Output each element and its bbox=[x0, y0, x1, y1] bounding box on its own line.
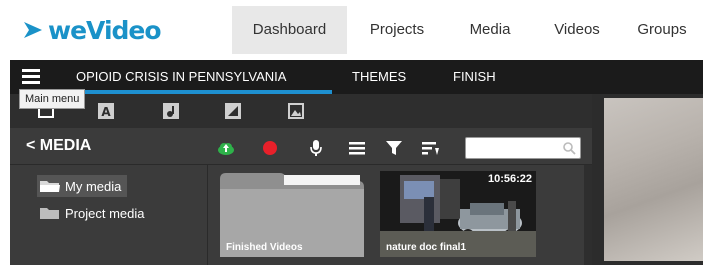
hamburger-line bbox=[22, 75, 40, 78]
svg-text:A: A bbox=[101, 105, 111, 119]
video-duration: 10:56:22 bbox=[487, 173, 532, 185]
media-search-input[interactable] bbox=[465, 137, 581, 159]
nav-videos[interactable]: Videos bbox=[533, 6, 621, 54]
list-view-icon[interactable] bbox=[348, 139, 366, 157]
filter-icon[interactable] bbox=[385, 139, 403, 157]
tab-finish[interactable]: FINISH bbox=[453, 60, 496, 94]
project-bar: OPIOID CRISIS IN PENNSYLVANIA THEMES FIN… bbox=[10, 60, 703, 94]
media-panel: A < MEDIA My media Project media Finishe… bbox=[10, 94, 592, 265]
main-menu-tooltip: Main menu bbox=[19, 89, 86, 109]
wevideo-logo[interactable]: weVideo bbox=[22, 14, 162, 46]
tree-item-project-media[interactable]: Project media bbox=[37, 202, 144, 224]
preview-frame bbox=[604, 98, 703, 261]
transition-icon[interactable] bbox=[224, 102, 242, 120]
tile-label: Finished Videos bbox=[226, 242, 303, 253]
tree-item-label: Project media bbox=[65, 205, 145, 221]
nav-media[interactable]: Media bbox=[447, 6, 533, 54]
upload-cloud-icon[interactable] bbox=[217, 139, 235, 157]
media-toolbar: < MEDIA bbox=[10, 131, 592, 163]
preview-panel bbox=[592, 94, 703, 265]
main-menu-button[interactable] bbox=[22, 69, 40, 85]
tree-item-my-media[interactable]: My media bbox=[37, 175, 128, 197]
media-tiles: Finished Videos 10:56:22 nature doc fina… bbox=[207, 165, 592, 265]
video-tile-nature-doc[interactable]: 10:56:22 nature doc final1 bbox=[380, 171, 536, 257]
logo-text: weVideo bbox=[48, 15, 162, 45]
tree-item-label: My media bbox=[65, 178, 122, 194]
nav-groups[interactable]: Groups bbox=[621, 6, 703, 54]
media-back-button[interactable]: < MEDIA bbox=[26, 137, 91, 155]
media-scrollbar[interactable] bbox=[584, 165, 592, 265]
folder-tile-finished-videos[interactable]: Finished Videos bbox=[220, 171, 364, 257]
play-logo-icon bbox=[24, 22, 42, 38]
nav-projects[interactable]: Projects bbox=[347, 6, 447, 54]
image-icon[interactable] bbox=[287, 102, 305, 120]
nav-dashboard[interactable]: Dashboard bbox=[232, 6, 347, 54]
sort-icon[interactable] bbox=[421, 139, 439, 157]
record-icon[interactable] bbox=[261, 139, 279, 157]
hamburger-icon bbox=[22, 69, 40, 72]
search-icon bbox=[563, 142, 576, 155]
open-folder-icon bbox=[40, 181, 60, 192]
folder-icon bbox=[40, 208, 59, 219]
hamburger-line bbox=[22, 81, 40, 84]
top-navigation: weVideo Dashboard Projects Media Videos … bbox=[0, 0, 703, 60]
text-icon[interactable]: A bbox=[97, 102, 115, 120]
main-nav: Dashboard Projects Media Videos Groups bbox=[232, 6, 703, 54]
tab-project-title[interactable]: OPIOID CRISIS IN PENNSYLVANIA bbox=[76, 60, 286, 94]
audio-icon[interactable] bbox=[162, 102, 180, 120]
microphone-icon[interactable] bbox=[307, 139, 325, 157]
media-type-tabs: A bbox=[10, 94, 592, 128]
tile-label: nature doc final1 bbox=[386, 242, 467, 253]
media-folder-tree: My media Project media bbox=[10, 165, 207, 265]
tab-themes[interactable]: THEMES bbox=[352, 60, 406, 94]
